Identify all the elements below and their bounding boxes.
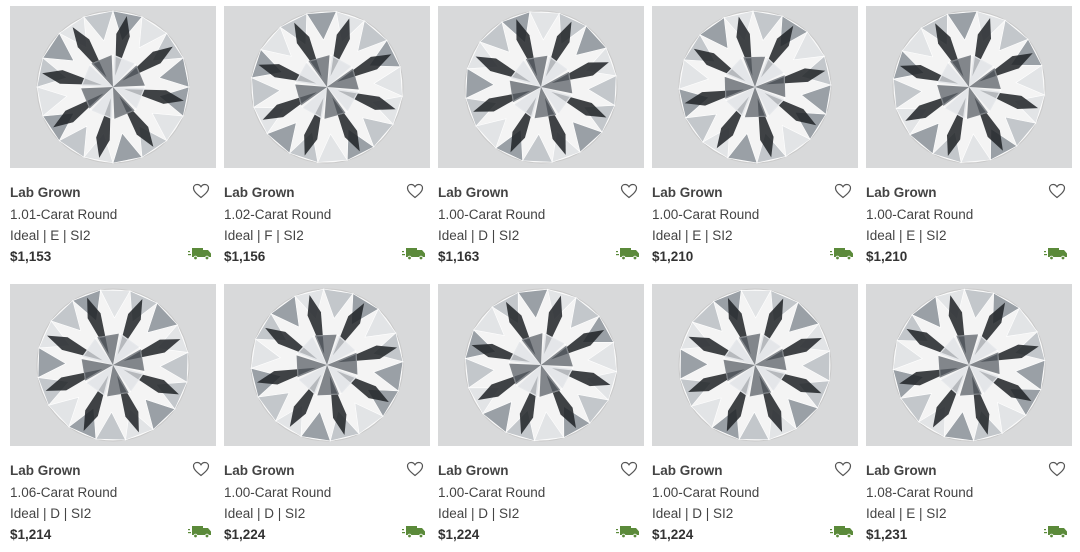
diamond-image[interactable]: [224, 284, 430, 446]
product-specs: Ideal | D | SI2: [438, 506, 520, 521]
product-name[interactable]: 1.00-Carat Round: [652, 204, 858, 225]
product-type: Lab Grown: [10, 185, 81, 200]
product-price: $1,210: [652, 249, 694, 264]
product-price: $1,156: [224, 249, 266, 264]
product-specs: Ideal | D | SI2: [10, 506, 92, 521]
heart-icon[interactable]: [834, 183, 852, 199]
product-name[interactable]: 1.01-Carat Round: [10, 204, 216, 225]
diamond-image[interactable]: [10, 6, 216, 168]
product-name[interactable]: 1.00-Carat Round: [438, 482, 644, 503]
product-price: $1,224: [652, 527, 694, 542]
product-card[interactable]: Lab Grown 1.00-Carat Round Ideal | D | S…: [438, 284, 644, 548]
product-name[interactable]: 1.00-Carat Round: [438, 204, 644, 225]
product-card[interactable]: Lab Grown 1.00-Carat Round Ideal | D | S…: [438, 6, 644, 270]
product-price: $1,224: [224, 527, 266, 542]
product-specs: Ideal | E | SI2: [652, 228, 733, 243]
product-type: Lab Grown: [866, 185, 937, 200]
product-card[interactable]: Lab Grown 1.00-Carat Round Ideal | D | S…: [652, 284, 858, 548]
product-name[interactable]: 1.08-Carat Round: [866, 482, 1072, 503]
diamond-image[interactable]: [10, 284, 216, 446]
truck-icon: [188, 525, 212, 539]
product-type: Lab Grown: [652, 185, 723, 200]
product-specs: Ideal | E | SI2: [866, 506, 947, 521]
product-name[interactable]: 1.00-Carat Round: [652, 482, 858, 503]
product-type: Lab Grown: [224, 463, 295, 478]
heart-icon[interactable]: [834, 461, 852, 477]
product-type: Lab Grown: [438, 463, 509, 478]
product-card[interactable]: Lab Grown 1.06-Carat Round Ideal | D | S…: [10, 284, 216, 548]
diamond-image[interactable]: [866, 284, 1072, 446]
product-specs: Ideal | E | SI2: [866, 228, 947, 243]
product-price: $1,231: [866, 527, 908, 542]
product-specs: Ideal | D | SI2: [438, 228, 520, 243]
product-price: $1,224: [438, 527, 480, 542]
product-specs: Ideal | D | SI2: [224, 506, 306, 521]
truck-icon: [1044, 247, 1068, 261]
product-price: $1,210: [866, 249, 908, 264]
product-card[interactable]: Lab Grown 1.08-Carat Round Ideal | E | S…: [866, 284, 1072, 548]
product-name[interactable]: 1.06-Carat Round: [10, 482, 216, 503]
diamond-image[interactable]: [224, 6, 430, 168]
product-name[interactable]: 1.00-Carat Round: [224, 482, 430, 503]
diamond-image[interactable]: [652, 6, 858, 168]
heart-icon[interactable]: [620, 183, 638, 199]
product-grid: Lab Grown 1.01-Carat Round Ideal | E | S…: [10, 6, 1080, 548]
diamond-image[interactable]: [438, 6, 644, 168]
product-name[interactable]: 1.02-Carat Round: [224, 204, 430, 225]
product-specs: Ideal | D | SI2: [652, 506, 734, 521]
product-price: $1,163: [438, 249, 480, 264]
product-name[interactable]: 1.00-Carat Round: [866, 204, 1072, 225]
product-type: Lab Grown: [652, 463, 723, 478]
diamond-image[interactable]: [866, 6, 1072, 168]
product-specs: Ideal | E | SI2: [10, 228, 91, 243]
truck-icon: [1044, 525, 1068, 539]
product-type: Lab Grown: [10, 463, 81, 478]
product-type: Lab Grown: [866, 463, 937, 478]
product-card[interactable]: Lab Grown 1.02-Carat Round Ideal | F | S…: [224, 6, 430, 270]
product-price: $1,153: [10, 249, 52, 264]
diamond-image[interactable]: [438, 284, 644, 446]
product-card[interactable]: Lab Grown 1.00-Carat Round Ideal | E | S…: [866, 6, 1072, 270]
heart-icon[interactable]: [620, 461, 638, 477]
truck-icon: [188, 247, 212, 261]
heart-icon[interactable]: [406, 183, 424, 199]
product-card[interactable]: Lab Grown 1.01-Carat Round Ideal | E | S…: [10, 6, 216, 270]
truck-icon: [616, 247, 640, 261]
truck-icon: [616, 525, 640, 539]
truck-icon: [402, 247, 426, 261]
heart-icon[interactable]: [406, 461, 424, 477]
product-card[interactable]: Lab Grown 1.00-Carat Round Ideal | D | S…: [224, 284, 430, 548]
truck-icon: [402, 525, 426, 539]
truck-icon: [830, 247, 854, 261]
product-specs: Ideal | F | SI2: [224, 228, 304, 243]
heart-icon[interactable]: [192, 183, 210, 199]
heart-icon[interactable]: [1048, 461, 1066, 477]
product-price: $1,214: [10, 527, 52, 542]
heart-icon[interactable]: [192, 461, 210, 477]
heart-icon[interactable]: [1048, 183, 1066, 199]
product-type: Lab Grown: [438, 185, 509, 200]
diamond-image[interactable]: [652, 284, 858, 446]
product-type: Lab Grown: [224, 185, 295, 200]
truck-icon: [830, 525, 854, 539]
product-card[interactable]: Lab Grown 1.00-Carat Round Ideal | E | S…: [652, 6, 858, 270]
